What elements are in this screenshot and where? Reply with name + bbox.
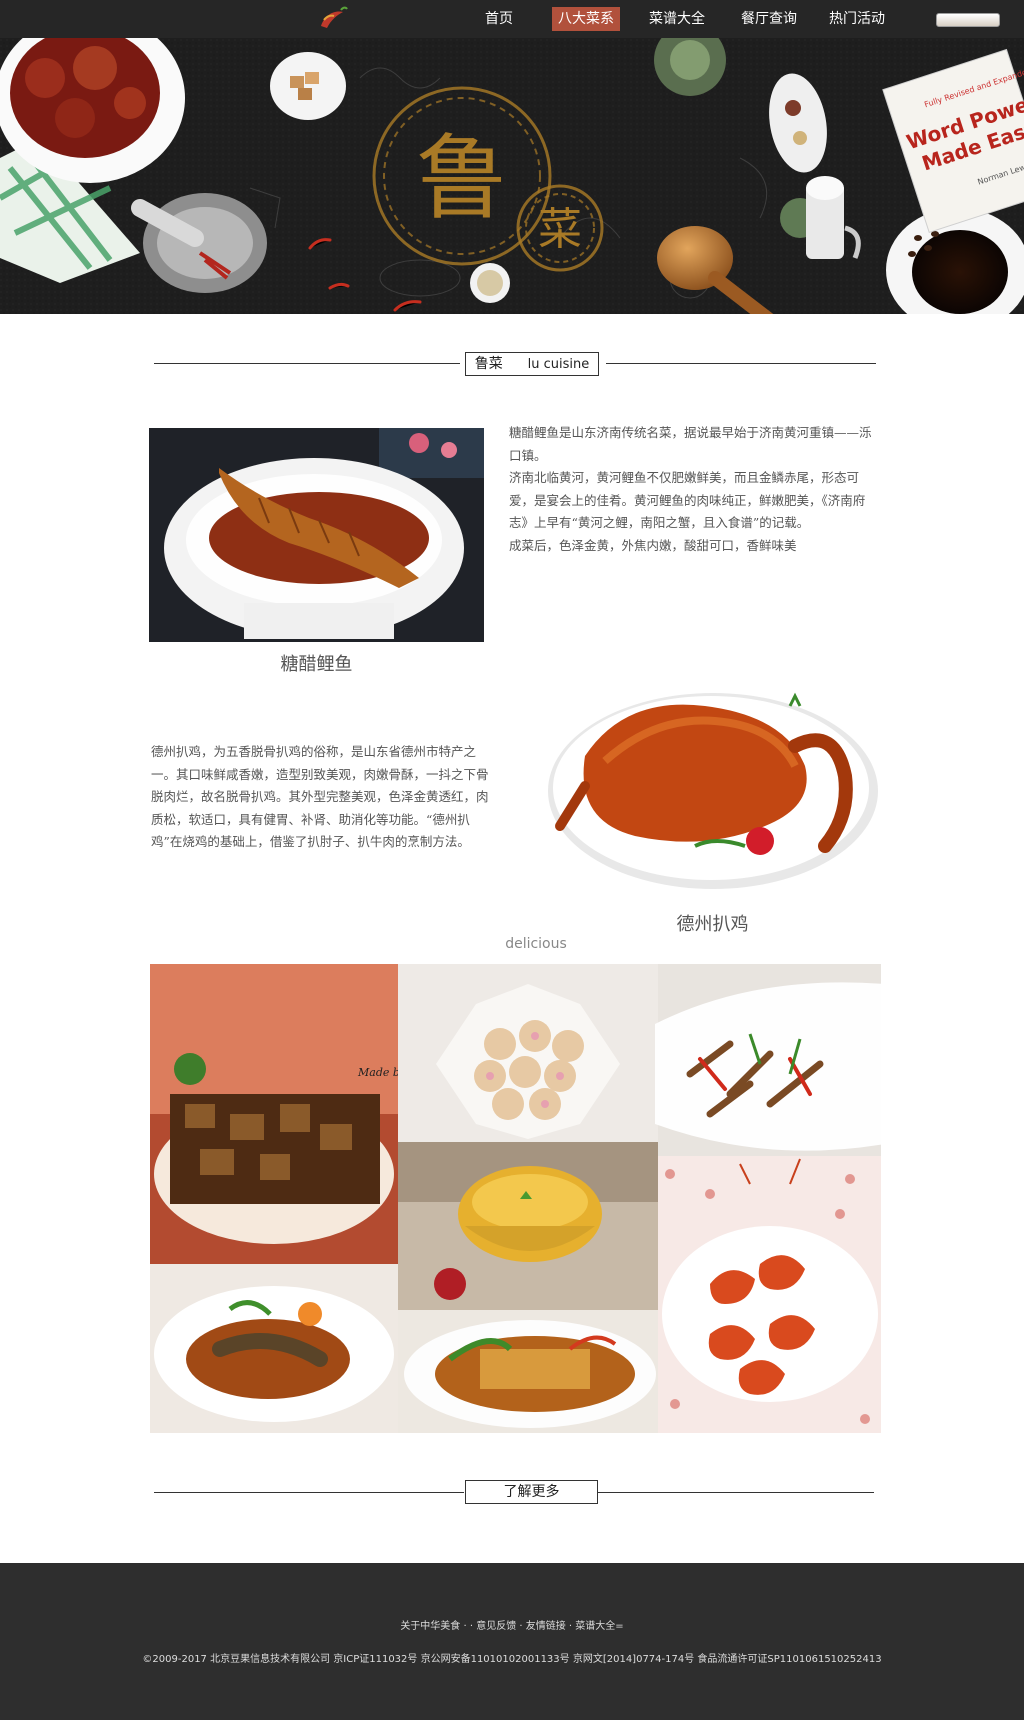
gallery-image-golden-soup[interactable] <box>398 1142 658 1310</box>
footer-links[interactable]: 关于中华美食 · · 意见反馈 · 友情链接 · 菜谱大全= <box>0 1617 1024 1632</box>
learn-more-button[interactable]: 了解更多 <box>465 1480 598 1504</box>
nav-recipes[interactable]: 菜谱大全 <box>646 7 708 31</box>
gallery-grid: Made by Fly <box>150 964 885 1433</box>
divider-right <box>598 1492 874 1493</box>
dish-description-dezhou-chicken: 德州扒鸡，为五香脱骨扒鸡的俗称，是山东省德州市特产之一。其口味鲜咸香嫩，造型别致… <box>151 741 489 854</box>
hero-banner: 鲁 菜 Word Power Made Easy Fully Revised a… <box>0 38 1024 314</box>
gallery-image-cookies[interactable] <box>398 964 658 1142</box>
dish-image-dezhou-chicken <box>545 686 880 896</box>
footer-copyright: ©2009-2017 北京豆果信息技术有限公司 京ICP证111032号 京公网… <box>142 1654 882 1665</box>
dish-paragraph: 成菜后，色泽金黄，外焦内嫩，酸甜可口，香鲜味美 <box>509 537 797 553</box>
gallery-image-braised-pork[interactable]: Made by Fly <box>150 964 428 1264</box>
gallery-image-sea-cucumber[interactable] <box>150 1264 398 1433</box>
dish-paragraph: 糖醋鲤鱼是山东济南传统名菜，据说最早始于济南黄河重镇——泺口镇。 <box>509 425 872 463</box>
section-title-cn: 鲁菜 <box>474 356 503 372</box>
nav-home[interactable]: 首页 <box>478 7 520 31</box>
dish-caption-carp: 糖醋鲤鱼 <box>280 654 353 675</box>
footer <box>0 1563 1024 1720</box>
divider-right <box>606 363 876 364</box>
dish-image-sweet-sour-carp <box>149 428 484 642</box>
gallery-label: delicious <box>505 936 567 952</box>
gallery-image-braised-shrimp[interactable] <box>658 1156 881 1433</box>
nav-restaurant-search[interactable]: 餐厅查询 <box>734 7 804 31</box>
section-title-en: lu cuisine <box>527 357 590 372</box>
hero-big-char: 鲁 <box>416 125 508 232</box>
section-title: 鲁菜 lu cuisine <box>465 352 599 376</box>
hero-small-char: 菜 <box>538 204 582 255</box>
divider-left <box>154 1492 464 1493</box>
dish-caption-dezhou-chicken: 德州扒鸡 <box>676 914 749 935</box>
dish-description-carp: 糖醋鲤鱼是山东济南传统名菜，据说最早始于济南黄河重镇——泺口镇。 济南北临黄河，… <box>509 422 875 557</box>
chili-logo-icon[interactable] <box>315 6 349 32</box>
dish-paragraph: 济南北临黄河，黄河鲤鱼不仅肥嫩鲜美，而且金鳞赤尾，形态可爱，是宴会上的佳肴。黄河… <box>509 470 866 530</box>
gallery-image-braised-tofu[interactable] <box>398 1310 658 1433</box>
divider-left <box>154 363 460 364</box>
nav-eight-cuisines[interactable]: 八大菜系 <box>552 7 620 31</box>
search-input[interactable] <box>936 13 1000 27</box>
gallery-image-stir-fry[interactable] <box>655 964 885 1156</box>
nav-hot-events[interactable]: 热门活动 <box>824 7 890 31</box>
hero-illustration: 鲁 菜 Word Power Made Easy Fully Revised a… <box>0 38 1024 314</box>
dish-paragraph: 德州扒鸡，为五香脱骨扒鸡的俗称，是山东省德州市特产之一。其口味鲜咸香嫩，造型别致… <box>151 744 489 849</box>
